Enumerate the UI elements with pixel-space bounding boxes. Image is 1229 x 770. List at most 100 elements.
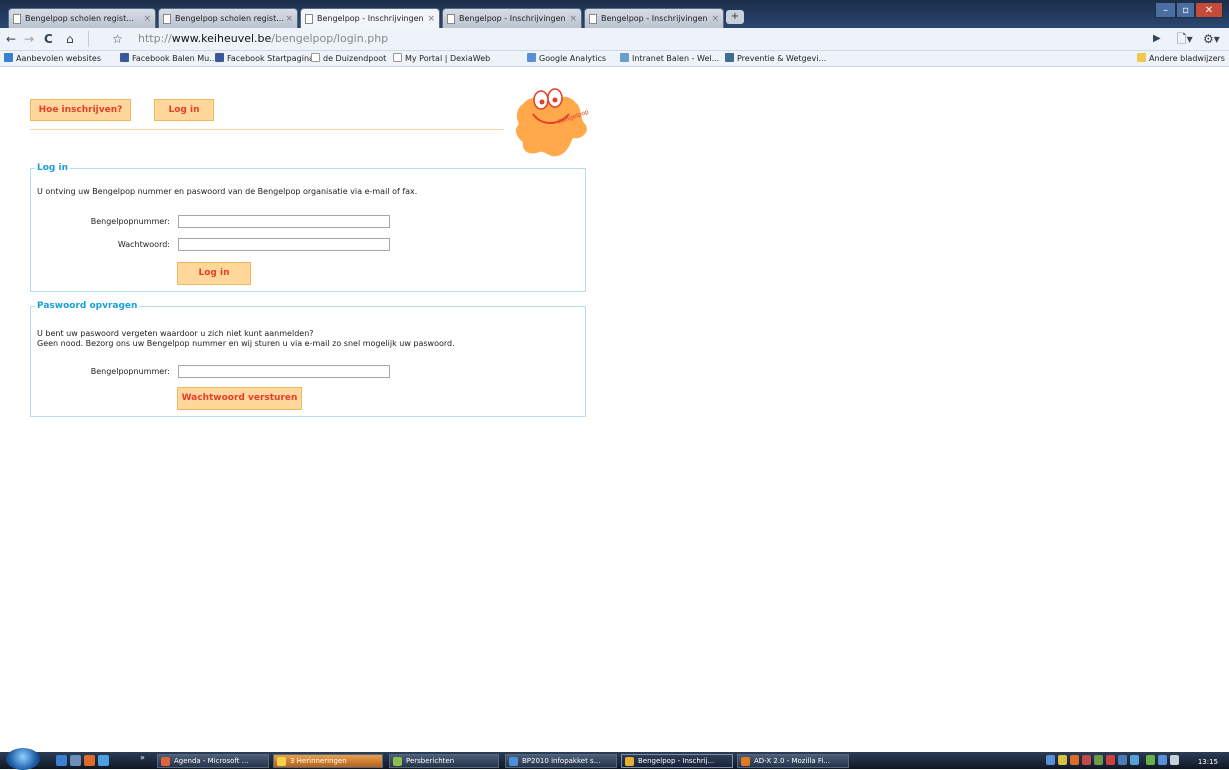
browser-tab-strip: Bengelpop scholen regist... × Bengelpop … — [0, 0, 1229, 29]
tray-app-icon[interactable] — [1070, 755, 1079, 765]
analytics-icon — [527, 53, 536, 62]
switch-windows-icon[interactable] — [70, 755, 81, 766]
ie-icon[interactable] — [98, 755, 109, 766]
taskbar-item[interactable]: AD-X 2.0 - Mozilla Fi... — [737, 754, 849, 768]
play-icon[interactable]: ▶ — [1153, 31, 1161, 47]
word-icon — [509, 757, 518, 766]
firefox-icon — [741, 757, 750, 766]
bookmark-item[interactable]: de Duizendpoot — [311, 51, 386, 66]
login-submit-button[interactable]: Log in — [177, 262, 251, 285]
network-icon[interactable] — [1158, 755, 1167, 765]
tray-app-icon[interactable] — [1106, 755, 1115, 765]
nav-login[interactable]: Log in — [154, 99, 214, 121]
page-icon — [163, 14, 171, 24]
send-password-button[interactable]: Wachtwoord versturen — [177, 387, 302, 410]
bengelpop-logo: Bengelpop — [516, 88, 590, 157]
login-intro-text: U ontving uw Bengelpop nummer en paswoor… — [37, 187, 418, 196]
page-icon — [305, 14, 313, 24]
browser-tab-active[interactable]: Bengelpop - Inschrijvingen × — [300, 8, 440, 29]
browser-tab[interactable]: Bengelpop scholen regist... × — [158, 8, 298, 28]
tray-app-icon[interactable] — [1130, 755, 1139, 765]
browser-tab[interactable]: Bengelpop - Inschrijvingen × — [584, 8, 724, 28]
password-request-line1: U bent uw paswoord vergeten waardoor u z… — [37, 329, 314, 338]
browser-tab[interactable]: Bengelpop scholen regist... × — [8, 8, 156, 28]
tab-label: Bengelpop - Inschrijvingen — [459, 14, 566, 23]
bookmark-label: My Portal | DexiaWeb — [405, 54, 491, 63]
bookmark-item[interactable]: Facebook Balen Mu... — [120, 51, 217, 66]
forward-icon[interactable]: → — [24, 31, 34, 47]
password-request-legend: Paswoord opvragen — [37, 301, 138, 311]
bookmark-folder[interactable]: Andere bladwijzers — [1137, 51, 1225, 66]
bookmark-label: Facebook Balen Mu... — [132, 54, 217, 63]
browser-tab[interactable]: Bengelpop - Inschrijvingen × — [442, 8, 582, 28]
new-tab-button[interactable]: + — [726, 10, 744, 24]
tray-app-icon[interactable] — [1082, 755, 1091, 765]
taskbar-item-label: Agenda - Microsoft ... — [174, 757, 249, 765]
bookmark-item[interactable]: Aanbevolen websites — [4, 51, 101, 66]
bookmark-star-icon[interactable]: ☆ — [112, 31, 123, 47]
page-icon — [447, 14, 455, 24]
battery-icon[interactable] — [1146, 755, 1155, 765]
network-icon[interactable] — [1118, 755, 1127, 765]
reminder-icon — [277, 757, 286, 766]
tab-label: Bengelpop scholen regist... — [175, 14, 284, 23]
folder-icon — [393, 757, 402, 766]
tab-close-icon[interactable]: × — [285, 9, 293, 28]
tray-app-icon[interactable] — [1094, 755, 1103, 765]
maximize-button[interactable]: ▫ — [1176, 2, 1195, 18]
start-button[interactable] — [6, 748, 40, 770]
login-number-input[interactable] — [178, 215, 390, 228]
quicklaunch-overflow[interactable]: » — [140, 753, 145, 762]
bookmark-item[interactable]: Facebook Startpagina — [215, 51, 314, 66]
url-prefix: http:// — [138, 32, 172, 45]
password-request-line2: Geen nood. Bezorg ons uw Bengelpop numme… — [37, 339, 455, 348]
tab-label: Bengelpop - Inschrijvingen — [601, 14, 708, 23]
page-icon — [589, 14, 597, 24]
taskbar-item-active[interactable]: Bengelpop - Inschrij... — [621, 754, 733, 768]
bookmark-label: Intranet Balen - Wel... — [632, 54, 720, 63]
taskbar-item[interactable]: 3 Herinneringen — [273, 754, 383, 768]
address-bar[interactable]: http://www.keiheuvel.be/bengelpop/login.… — [138, 31, 1138, 47]
clock[interactable]: 13:15 — [1198, 756, 1218, 768]
tab-close-icon[interactable]: × — [143, 9, 151, 28]
show-desktop-icon[interactable] — [56, 755, 67, 766]
wrench-icon[interactable]: ⚙▾ — [1203, 31, 1220, 47]
bookmarks-bar: Aanbevolen websites Facebook Balen Mu...… — [0, 51, 1229, 67]
login-password-label: Wachtwoord: — [117, 240, 170, 249]
intranet-icon — [620, 53, 629, 62]
tab-close-icon[interactable]: × — [427, 9, 435, 29]
password-request-number-input[interactable] — [178, 365, 390, 378]
reload-icon[interactable]: C — [44, 31, 53, 47]
page-menu-icon[interactable]: 🗋▾ — [1177, 31, 1193, 47]
bluetooth-icon[interactable] — [1046, 755, 1055, 765]
bookmark-label: Google Analytics — [539, 54, 607, 63]
tab-close-icon[interactable]: × — [711, 9, 719, 28]
close-window-button[interactable]: ✕ — [1195, 2, 1223, 18]
nav-how-to-register[interactable]: Hoe inschrijven? — [30, 99, 131, 121]
minimize-button[interactable]: – — [1155, 2, 1176, 18]
taskbar-item[interactable]: Agenda - Microsoft ... — [157, 754, 269, 768]
back-icon[interactable]: ← — [6, 31, 16, 47]
url-path: /bengelpop/login.php — [271, 32, 389, 45]
tab-close-icon[interactable]: × — [569, 9, 577, 28]
password-request-fieldset: Paswoord opvragen — [30, 301, 586, 417]
bookmark-label: de Duizendpoot — [323, 54, 387, 63]
media-icon[interactable] — [84, 755, 95, 766]
volume-icon[interactable] — [1170, 755, 1179, 765]
bookmark-item[interactable]: Google Analytics — [527, 51, 606, 66]
ie-icon — [4, 53, 13, 62]
tray-app-icon[interactable] — [1058, 755, 1067, 765]
taskbar-item[interactable]: Persberichten — [389, 754, 499, 768]
tab-label: Bengelpop - Inschrijvingen — [317, 14, 424, 23]
bookmark-item[interactable]: Preventie & Wetgevi... — [725, 51, 826, 66]
facebook-icon — [120, 53, 129, 62]
url-domain: www.keiheuvel.be — [171, 32, 272, 45]
bookmark-item[interactable]: My Portal | DexiaWeb — [393, 51, 490, 66]
windows-taskbar: » Agenda - Microsoft ... 3 Herinneringen… — [0, 748, 1229, 770]
taskbar-item[interactable]: BP2010 infopakket s... — [505, 754, 617, 768]
taskbar-item-label: Bengelpop - Inschrij... — [638, 757, 715, 765]
page-icon — [311, 53, 320, 62]
bookmark-item[interactable]: Intranet Balen - Wel... — [620, 51, 719, 66]
login-password-input[interactable] — [178, 238, 390, 251]
home-icon[interactable]: ⌂ — [66, 31, 74, 47]
